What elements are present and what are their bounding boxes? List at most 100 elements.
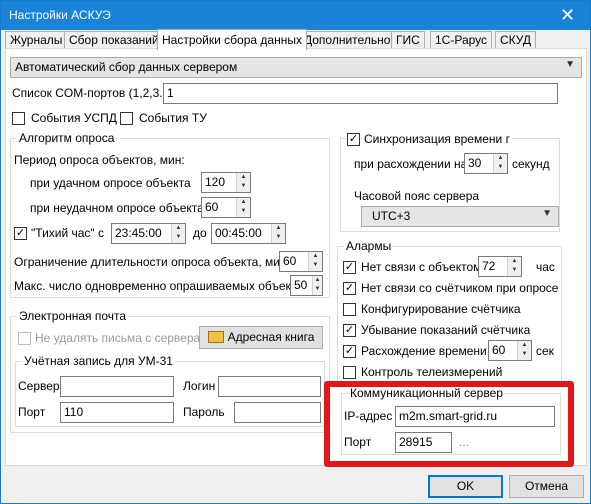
spin-up-icon[interactable]: ▲ [494,154,507,163]
collection-mode-value: Автоматический сбор данных сервером [15,60,238,74]
spin-up-icon[interactable]: ▲ [237,173,250,182]
tab-additional[interactable]: Дополнительно [299,31,396,49]
spin-up-icon[interactable]: ▲ [518,341,531,350]
mail-port-input[interactable]: 110 [60,402,174,423]
time-diff-spinner[interactable]: 30 ▲ ▼ [464,153,508,174]
window-title: Настройки АСКУЭ [9,8,111,22]
keep-mail-label: Не удалять письма с сервера [35,331,201,345]
events-uspd-checkbox[interactable] [12,112,25,125]
alarm-time-diff-unit: сек [536,344,554,358]
server-input[interactable] [60,376,174,397]
tab-1c-rarus[interactable]: 1С-Рарус [430,31,493,49]
alarm-time-diff-label: Расхождение времени > [361,344,498,358]
alarm-no-link-unit: час [536,260,555,274]
spin-down-icon[interactable]: ▼ [508,266,521,275]
alarm-decrease-label: Убывание показаний счётчика [361,323,531,337]
quiet-hour-label: "Тихий час" с [31,226,105,240]
alarm-config-label: Конфигурирование счётчика [361,302,521,316]
spin-down-icon[interactable]: ▼ [272,233,285,242]
spin-down-icon[interactable]: ▼ [494,163,507,172]
com-ports-input[interactable]: 1 [163,83,558,104]
alarm-no-link-spinner[interactable]: 72 ▲ ▼ [478,256,522,277]
poll-limit-label: Ограничение длительности опроса объекта,… [14,255,287,269]
poll-success-label: при удачном опросе объекта [30,176,191,190]
poll-fail-value: 60 [205,200,219,214]
address-book-button[interactable]: Адресная книга [199,326,323,349]
alarm-decrease-checkbox[interactable]: ✓ [343,324,356,337]
email-legend: Электронная почта [17,309,129,323]
account-group: Учётная запись для УМ-31 Сервер Логин По… [15,354,325,427]
poll-limit-spinner[interactable]: 60 ▲ ▼ [279,251,323,272]
timezone-value: UTC+3 [372,209,411,223]
tab-data-collection-settings[interactable]: Настройки сбора данных [157,29,307,50]
events-uspd-label: События УСПД [31,111,117,125]
tab-readings[interactable]: Сбор показаний [64,31,164,49]
spin-up-icon[interactable]: ▲ [508,257,521,266]
poll-algorithm-legend: Алгоритм опроса [17,131,117,145]
spin-down-icon[interactable]: ▼ [313,285,322,294]
login-input[interactable] [218,376,321,397]
quiet-hour-to-label: до [193,226,207,240]
cancel-button[interactable]: Отмена [509,475,584,498]
alarm-no-link-label: Нет связи с объектом [361,260,482,274]
tab-gis[interactable]: ГИС [391,31,425,49]
alarm-telemetry-checkbox[interactable] [343,366,356,379]
alarm-time-diff-checkbox[interactable]: ✓ [343,345,356,358]
login-label: Логин [183,379,216,393]
poll-fail-label: при неудачном опросе объекта [30,201,204,215]
poll-fail-spinner[interactable]: 60 ▲ ▼ [201,197,251,218]
poll-max-value: 50 [294,278,308,292]
timezone-label: Часовой пояс сервера [354,189,480,203]
email-group: Электронная почта Не удалять письма с се… [10,309,330,433]
events-tu-checkbox[interactable] [120,112,133,125]
quiet-hour-from-value: 23:45:00 [115,226,162,240]
time-sync-group: ✓ Синхронизация времени г при расхождени… [340,132,560,232]
spin-down-icon[interactable]: ▼ [172,233,185,242]
ok-button[interactable]: OK [428,475,503,498]
server-label: Сервер [18,379,60,393]
time-diff-value: 30 [468,156,482,170]
spin-up-icon[interactable]: ▲ [313,276,322,285]
spin-up-icon[interactable]: ▲ [237,198,250,207]
password-label: Пароль [183,405,225,419]
tab-skud[interactable]: СКУД [495,31,537,49]
spin-down-icon[interactable]: ▼ [237,182,250,191]
poll-period-label: Период опроса объектов, мин: [14,153,185,167]
alarm-no-link-checkbox[interactable]: ✓ [343,261,356,274]
quiet-hour-to[interactable]: 00:45:00 ▲ ▼ [211,223,286,244]
poll-success-spinner[interactable]: 120 ▲ ▼ [201,172,251,193]
spin-down-icon[interactable]: ▼ [237,207,250,216]
time-diff-unit: секунд [512,157,550,171]
mail-port-label: Порт [18,405,46,419]
spin-up-icon[interactable]: ▲ [172,224,185,233]
quiet-hour-from[interactable]: 23:45:00 ▲ ▼ [111,223,186,244]
quiet-hour-to-value: 00:45:00 [215,226,262,240]
tab-journals[interactable]: Журналы [5,31,68,49]
account-legend: Учётная запись для УМ-31 [22,354,175,368]
alarm-no-meter-checkbox[interactable]: ✓ [343,282,356,295]
spin-down-icon[interactable]: ▼ [309,261,322,270]
keep-mail-checkbox[interactable] [18,332,31,345]
time-sync-checkbox[interactable]: ✓ [347,133,360,146]
timezone-select[interactable]: UTC+3 ▼ [361,206,559,227]
poll-max-spinner[interactable]: 50 ▲ ▼ [290,275,323,296]
alarm-time-diff-spinner[interactable]: 60 ▲ ▼ [488,340,532,361]
alarm-config-checkbox[interactable] [343,303,356,316]
time-diff-label: при расхождении на [354,157,468,171]
poll-success-value: 120 [205,175,226,189]
address-book-icon [207,331,224,343]
alarm-time-diff-value: 60 [492,343,506,357]
poll-limit-value: 60 [283,254,297,268]
chevron-down-icon: ▼ [565,59,575,70]
password-input[interactable] [234,402,321,423]
com-ports-label: Список COM-портов (1,2,3...) [12,86,174,100]
spin-up-icon[interactable]: ▲ [272,224,285,233]
collection-mode-select[interactable]: Автоматический сбор данных сервером ▼ [10,57,582,78]
spin-up-icon[interactable]: ▲ [309,252,322,261]
close-icon[interactable]: ✕ [545,1,590,30]
alarm-no-link-value: 72 [482,259,496,273]
quiet-hour-checkbox[interactable]: ✓ [14,227,27,240]
title-bar: Настройки АСКУЭ ✕ [1,1,590,30]
alarm-no-meter-label: Нет связи со счётчиком при опросе [361,281,559,295]
spin-down-icon[interactable]: ▼ [518,350,531,359]
